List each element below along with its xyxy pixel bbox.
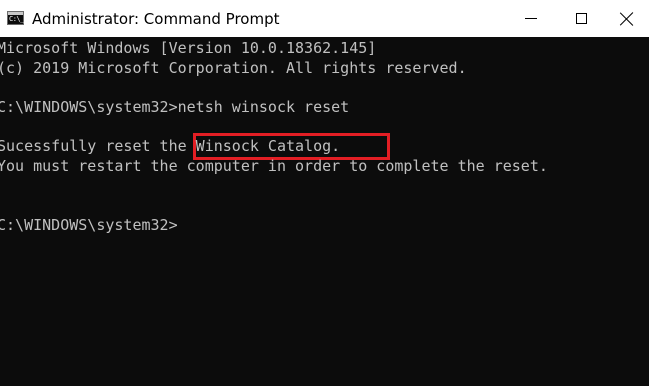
minimize-button[interactable]: [508, 0, 554, 37]
title-bar[interactable]: C:\_ Administrator: Command Prompt: [0, 0, 649, 37]
window-title: Administrator: Command Prompt: [32, 10, 280, 28]
console-line-prompt[interactable]: C:\WINDOWS\system32>: [0, 215, 178, 235]
icon-prompt-glyph: C:\_: [9, 15, 24, 23]
console-line-command: C:\WINDOWS\system32>netsh winsock reset: [0, 98, 350, 116]
console-line-copyright: (c) 2019 Microsoft Corporation. All righ…: [0, 59, 467, 77]
close-button[interactable]: [604, 0, 649, 37]
command-prompt-window: C:\_ Administrator: Command Prompt Micro…: [0, 0, 649, 386]
minimize-icon: [525, 18, 537, 19]
maximize-button[interactable]: [558, 0, 604, 37]
console-line-version: Microsoft Windows [Version 10.0.18362.14…: [0, 39, 377, 57]
maximize-icon: [575, 13, 587, 24]
close-icon: [620, 12, 634, 26]
console-output[interactable]: Microsoft Windows [Version 10.0.18362.14…: [0, 37, 649, 386]
console-line-result: Sucessfully reset the Winsock Catalog.: [0, 137, 341, 155]
console-line-restart-notice: You must restart the computer in order t…: [0, 157, 548, 175]
command-prompt-icon[interactable]: C:\_: [7, 11, 24, 25]
